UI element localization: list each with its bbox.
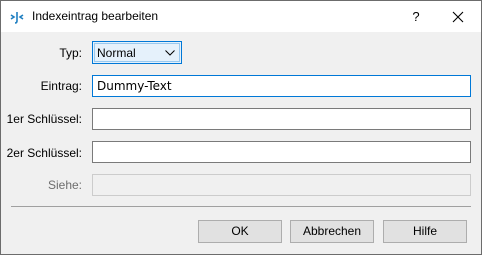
app-icon	[9, 9, 25, 25]
type-select[interactable]: Normal	[92, 41, 182, 64]
separator	[11, 206, 471, 207]
title-bar: Indexeintrag bearbeiten ?	[1, 1, 481, 32]
key2-label: 2er Schlüssel:	[6, 146, 82, 160]
chevron-down-icon	[165, 50, 175, 56]
dialog-window: Indexeintrag bearbeiten ? Typ: Normal Ei…	[0, 0, 482, 255]
close-button[interactable]	[435, 1, 481, 32]
help-title-button[interactable]: ?	[393, 1, 439, 32]
type-select-value: Normal	[97, 46, 136, 60]
cancel-button[interactable]: Abbrechen	[290, 220, 374, 243]
close-icon	[452, 11, 464, 23]
entry-input[interactable]	[93, 76, 470, 96]
see-label: Siehe:	[47, 178, 82, 192]
help-button[interactable]: Hilfe	[383, 220, 467, 243]
type-label: Typ:	[59, 46, 82, 60]
key1-label: 1er Schlüssel:	[6, 112, 82, 126]
entry-field[interactable]	[92, 75, 471, 97]
key2-input[interactable]	[93, 142, 470, 162]
key1-input[interactable]	[93, 109, 470, 129]
see-field	[92, 174, 471, 196]
dialog-title: Indexeintrag bearbeiten	[32, 9, 159, 23]
see-input	[93, 175, 470, 195]
ok-button[interactable]: OK	[198, 220, 282, 243]
key2-field[interactable]	[92, 141, 471, 163]
key1-field[interactable]	[92, 108, 471, 130]
entry-label: Eintrag:	[40, 79, 82, 93]
